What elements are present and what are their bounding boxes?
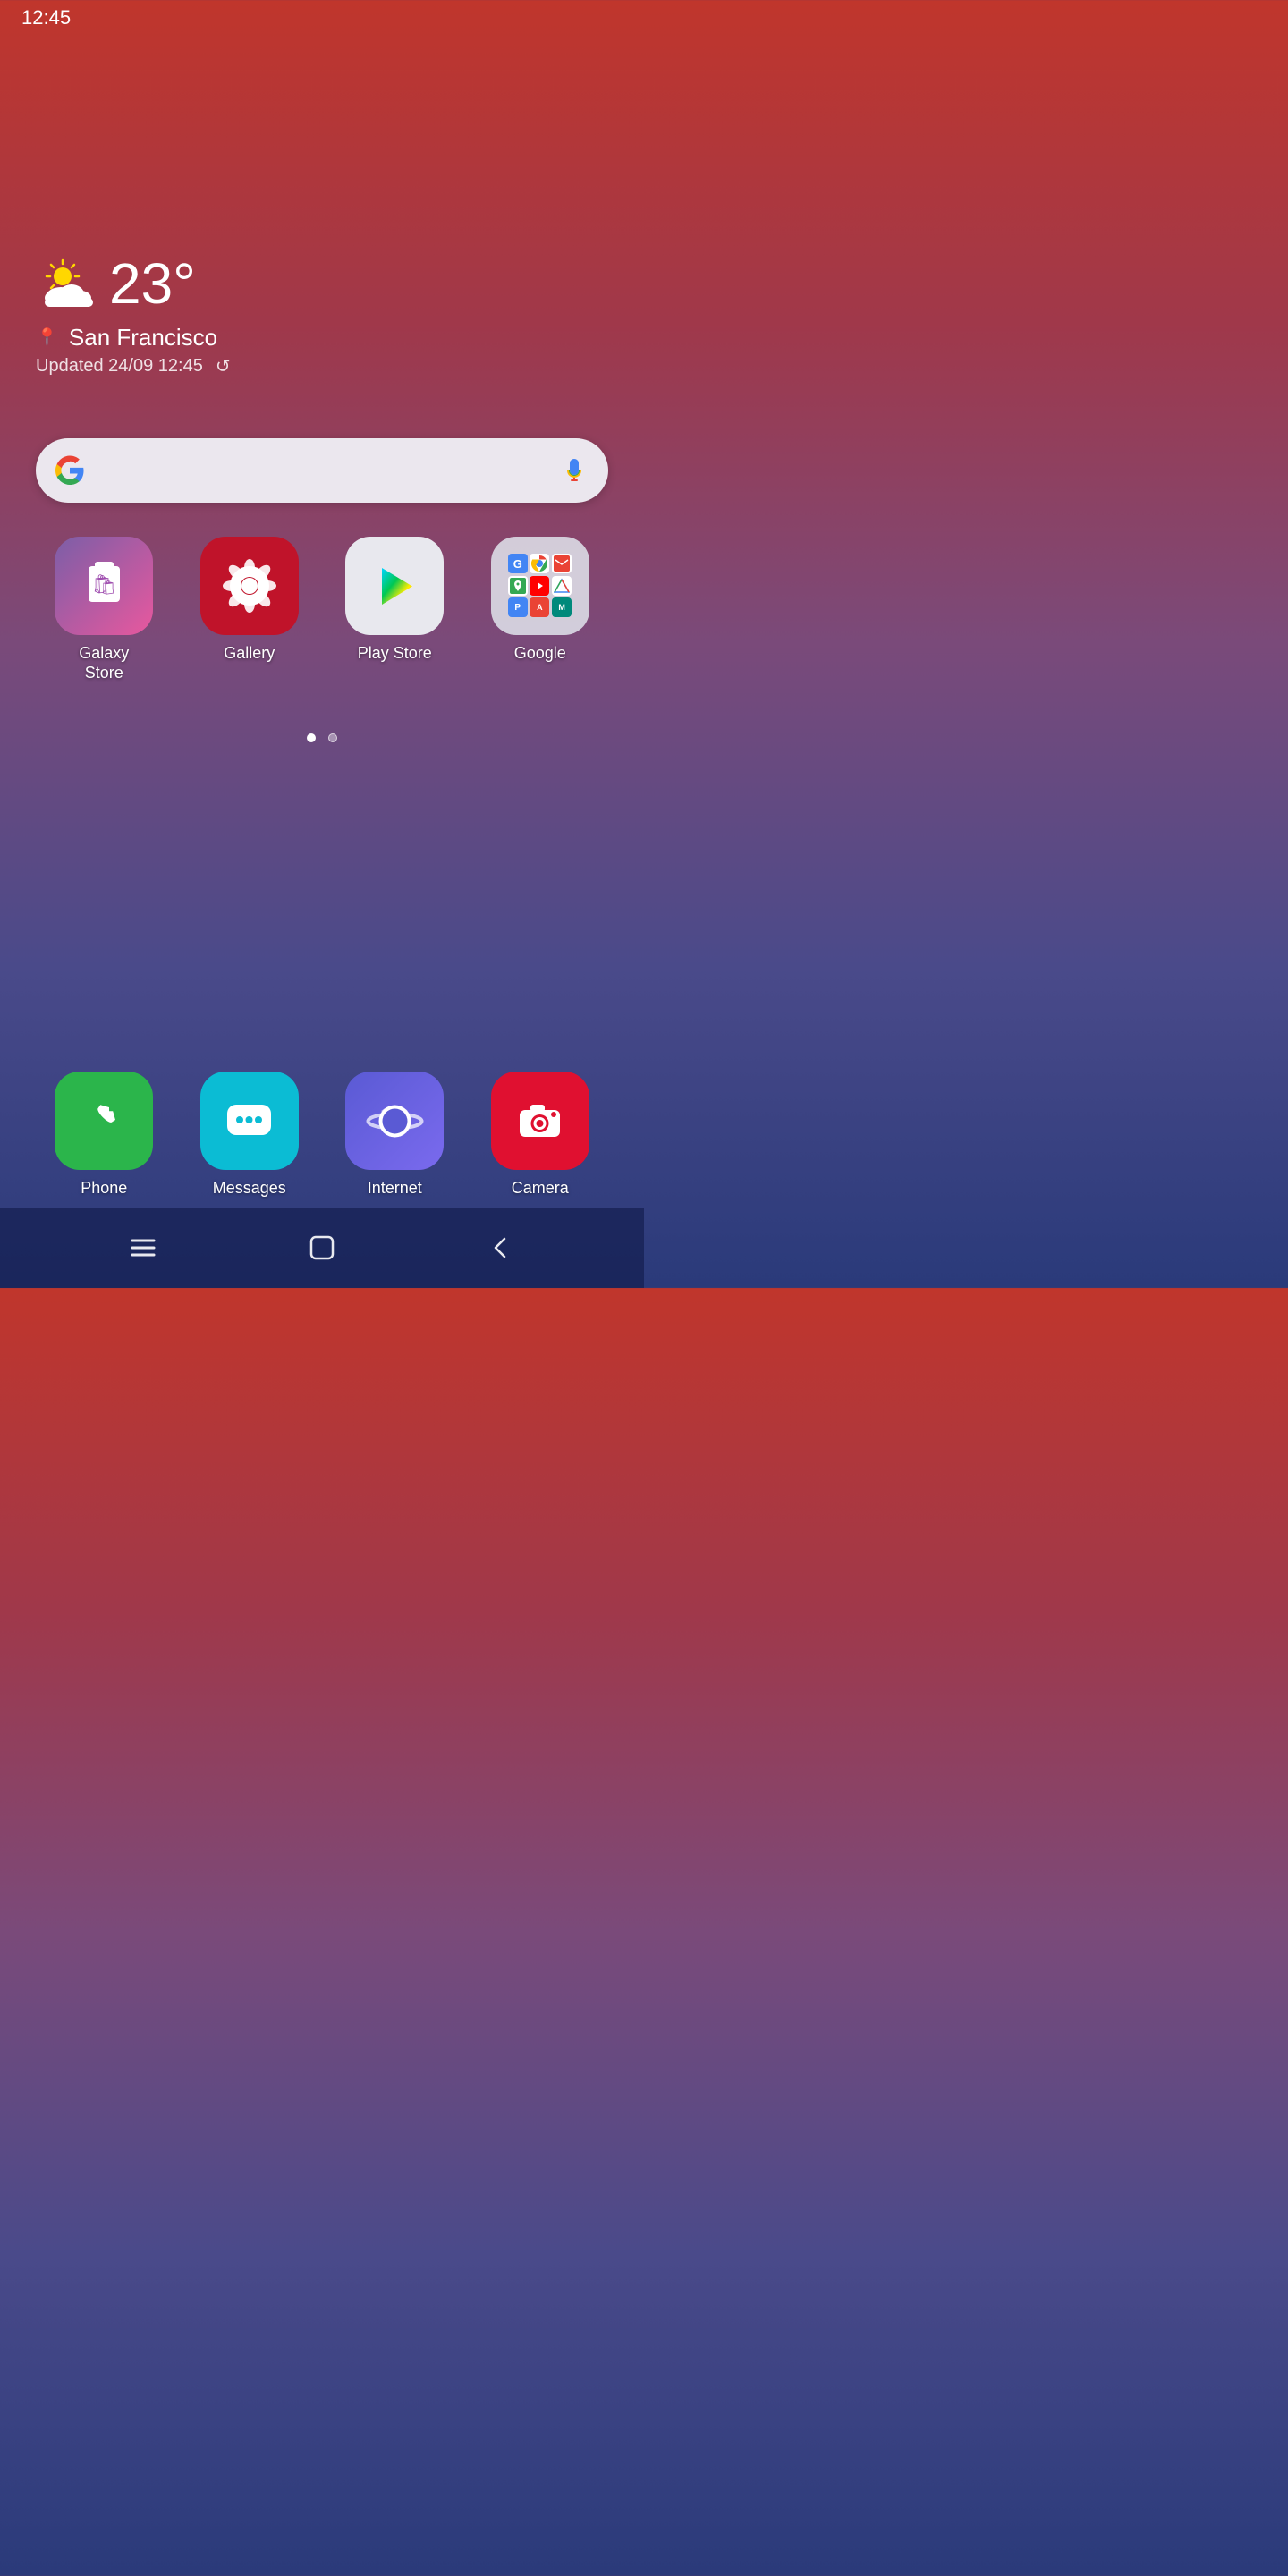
weather-temperature: 23°	[109, 250, 196, 317]
browser-label: Internet	[368, 1179, 422, 1199]
status-bar: 12:45	[0, 0, 644, 36]
weather-updated: Updated 24/09 12:45 ↺	[36, 355, 231, 377]
nav-home-button[interactable]	[306, 1232, 338, 1264]
nav-bar	[0, 1208, 644, 1288]
weather-location: 📍 San Francisco	[36, 324, 231, 352]
dock-camera[interactable]: Camera	[472, 1072, 609, 1199]
app-item-play-store[interactable]: Play Store	[326, 537, 463, 682]
drive-mini	[552, 576, 572, 596]
camera-label: Camera	[512, 1179, 569, 1199]
phone-icon	[55, 1072, 153, 1170]
weather-icon	[36, 258, 98, 309]
messages-label: Messages	[213, 1179, 286, 1199]
play-store-icon	[345, 537, 444, 635]
page-indicators	[0, 733, 644, 742]
pay-mini: P	[508, 597, 528, 617]
dock-browser[interactable]: Internet	[326, 1072, 463, 1199]
messages-icon	[200, 1072, 299, 1170]
page-dot-1[interactable]	[307, 733, 316, 742]
gallery-icon	[200, 537, 299, 635]
svg-text:🛍: 🛍	[91, 573, 116, 596]
phone-label: Phone	[80, 1179, 127, 1199]
status-time: 12:45	[21, 6, 71, 30]
page-dot-2[interactable]	[328, 733, 337, 742]
dock: Phone Messages Internet	[36, 1072, 608, 1199]
google-logo-icon	[54, 454, 86, 487]
dock-messages[interactable]: Messages	[182, 1072, 318, 1199]
nav-back-button[interactable]	[485, 1232, 517, 1264]
google-mini-grid: G	[504, 550, 576, 622]
maps-mini	[508, 576, 528, 596]
ads-mini: A	[530, 597, 549, 617]
weather-temp-row: 23°	[36, 250, 231, 317]
weather-widget[interactable]: 23° 📍 San Francisco Updated 24/09 12:45 …	[36, 250, 231, 377]
nav-recent-button[interactable]	[127, 1232, 159, 1264]
app-item-google-folder[interactable]: G	[472, 537, 609, 682]
refresh-icon: ↺	[216, 355, 231, 377]
chrome-mini	[530, 554, 549, 573]
search-bar[interactable]	[36, 438, 608, 503]
google-folder-label: Google	[514, 644, 566, 664]
galaxy-store-icon: 🛍	[55, 537, 153, 635]
app-item-galaxy-store[interactable]: 🛍 GalaxyStore	[36, 537, 173, 682]
app-item-gallery[interactable]: Gallery	[182, 537, 318, 682]
location-pin-icon: 📍	[36, 326, 58, 349]
gallery-label: Gallery	[224, 644, 275, 664]
mic-icon[interactable]	[558, 454, 590, 487]
google-folder-icon: G	[491, 537, 589, 635]
dock-phone[interactable]: Phone	[36, 1072, 173, 1199]
galaxy-store-label: GalaxyStore	[79, 644, 129, 682]
meet-mini: M	[552, 597, 572, 617]
browser-icon	[345, 1072, 444, 1170]
gmail-mini	[552, 554, 572, 573]
app-grid: 🛍 GalaxyStore Gallery	[36, 537, 608, 682]
camera-icon	[491, 1072, 589, 1170]
play-store-label: Play Store	[358, 644, 432, 664]
google-g-mini: G	[508, 554, 528, 573]
youtube-mini	[530, 576, 549, 596]
